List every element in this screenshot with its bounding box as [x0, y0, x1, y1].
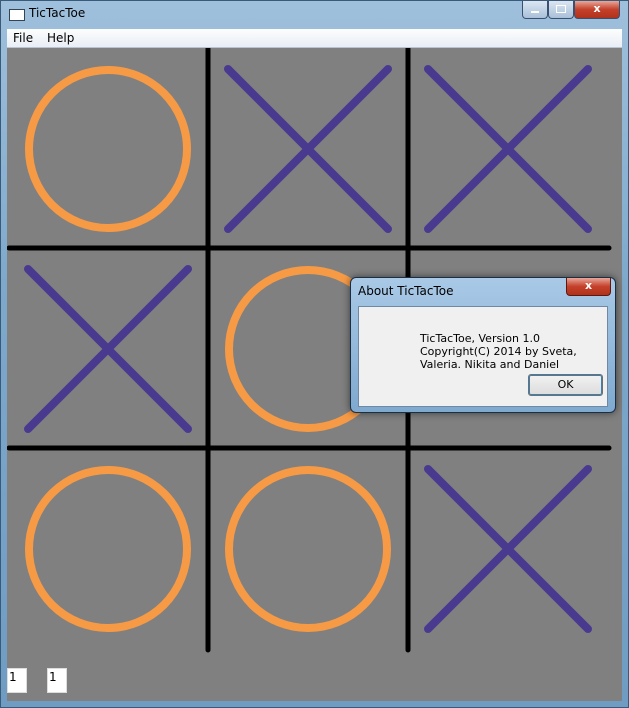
title-bar[interactable]: TicTacToe x — [1, 1, 628, 29]
dialog-version-text: TicTacToe, Version 1.0 — [420, 332, 540, 345]
window-title: TicTacToe — [29, 6, 86, 20]
close-icon: x — [593, 2, 601, 15]
app-icon — [9, 9, 25, 21]
score-left: 1 — [7, 668, 27, 693]
dialog-copyright-text: Copyright(C) 2014 by Sveta, — [420, 345, 577, 358]
dialog-authors-text: Valeria. Nikita and Daniel — [420, 358, 560, 371]
board-cell[interactable] — [7, 448, 207, 648]
minimize-icon — [531, 11, 539, 13]
close-icon: x — [584, 279, 593, 292]
score-right: 1 — [47, 668, 67, 693]
maximize-icon — [556, 5, 566, 13]
dialog-title: About TicTacToe — [358, 284, 454, 298]
menu-help[interactable]: Help — [47, 31, 74, 45]
dialog-body: TicTacToe, Version 1.0 Copyright(C) 2014… — [358, 306, 608, 407]
ok-button[interactable]: OK — [528, 374, 603, 396]
menu-file[interactable]: File — [13, 31, 33, 45]
menu-bar: File Help — [7, 29, 622, 48]
maximize-button[interactable] — [548, 1, 574, 19]
minimize-button[interactable] — [522, 1, 548, 19]
board-cell[interactable] — [207, 448, 407, 648]
dialog-close-button[interactable]: x — [566, 278, 611, 296]
close-button[interactable]: x — [574, 1, 620, 19]
about-dialog: About TicTacToe x TicTacToe, Version 1.0… — [350, 277, 616, 413]
board-cell[interactable] — [7, 48, 207, 248]
